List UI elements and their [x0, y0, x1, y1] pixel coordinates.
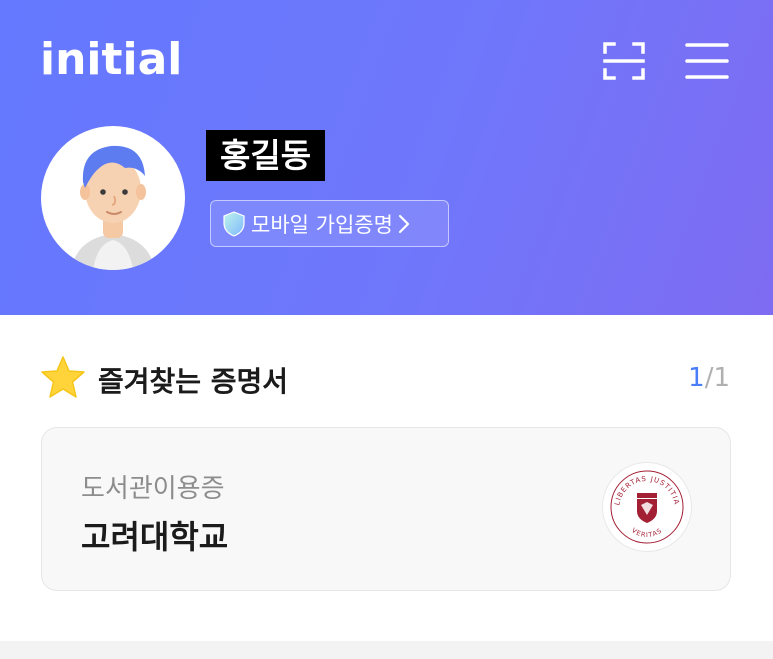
avatar: [41, 126, 185, 270]
favorite-certificate-card[interactable]: 도서관이용증 고려대학교 LIBERTAS JUSTITIA VERITAS: [41, 427, 731, 591]
bottom-divider: [0, 641, 773, 659]
pager-total: 1: [713, 363, 730, 393]
svg-text:VERITAS: VERITAS: [630, 526, 664, 539]
qr-scan-button[interactable]: [602, 41, 646, 81]
mobile-membership-certificate-button[interactable]: 모바일 가입증명: [210, 200, 449, 247]
favorites-pager: 1/1: [688, 363, 730, 393]
qr-scan-icon: [603, 42, 645, 80]
favorites-title: 즐겨찾는 증명서: [98, 365, 289, 398]
shield-icon: [223, 210, 245, 237]
app-logo: initial: [40, 34, 183, 85]
seal-text-bottom: VERITAS: [630, 526, 663, 539]
cert-chip-label: 모바일 가입증명: [251, 212, 393, 237]
user-avatar-illustration: [71, 145, 155, 270]
hamburger-menu-icon: [685, 43, 729, 79]
star-icon: [41, 356, 85, 398]
chevron-right-icon: [398, 214, 410, 233]
user-name: 홍길동: [206, 130, 326, 181]
certificate-type: 도서관이용증: [81, 474, 225, 504]
favorites-header: 즐겨찾는 증명서 1/1: [40, 355, 730, 405]
profile-header: initial 홍길동 모바일 가입증명: [0, 0, 773, 315]
certificate-organization: 고려대학교: [81, 518, 229, 556]
pager-current: 1: [688, 363, 705, 393]
korea-university-seal-icon: LIBERTAS JUSTITIA VERITAS: [602, 462, 692, 552]
menu-button[interactable]: [685, 41, 729, 81]
